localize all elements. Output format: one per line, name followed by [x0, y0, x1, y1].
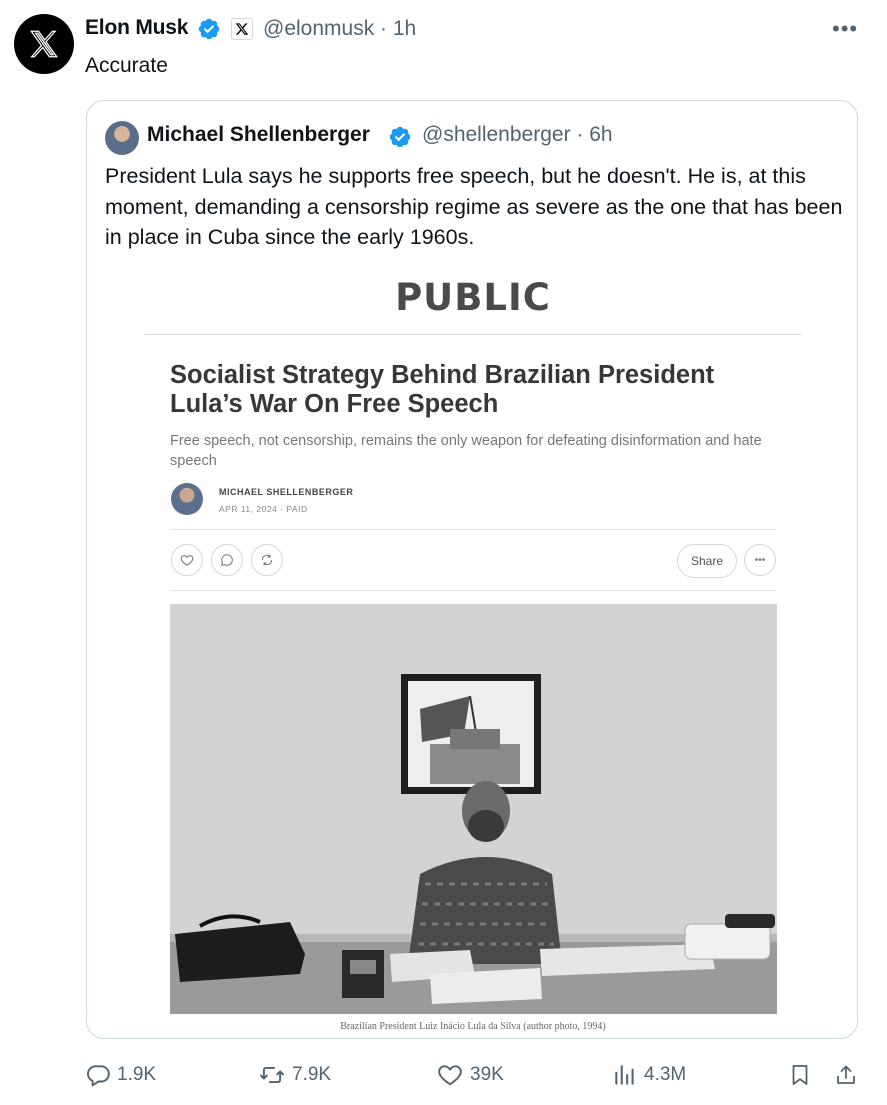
author-name[interactable]: Elon Musk [85, 16, 188, 40]
reply-button[interactable]: 1.9K [85, 1062, 156, 1088]
article-subtitle: Free speech, not censorship, remains the… [170, 433, 762, 469]
views-button[interactable]: 4.3M [612, 1062, 686, 1088]
article-comment-icon [211, 544, 243, 576]
article-like-icon [171, 544, 203, 576]
author-handle-time[interactable]: @elonmusk · 1h [263, 17, 416, 41]
divider [170, 529, 776, 530]
article-date-line: APR 11, 2024 · PAID [219, 504, 308, 514]
article-photo [170, 604, 777, 1014]
publication-logo: PUBLIC [395, 276, 551, 319]
share-button[interactable] [834, 1062, 858, 1088]
bookmark-icon [792, 1065, 808, 1085]
article-author: MICHAEL SHELLENBERGER [219, 487, 354, 497]
like-icon [438, 1065, 462, 1086]
quote-text: President Lula says he supports free spe… [105, 164, 843, 249]
separator: · [576, 123, 590, 146]
affiliation-badge[interactable] [231, 18, 253, 40]
article-author-avatar [171, 483, 203, 515]
author-handle[interactable]: @elonmusk [263, 17, 374, 40]
article-restack-icon [251, 544, 283, 576]
quote-handle-time: @shellenberger · 6h [422, 123, 613, 147]
article-more-icon: ••• [744, 544, 776, 576]
like-count: 39K [470, 1064, 504, 1085]
quote-handle: @shellenberger [422, 123, 571, 146]
repost-icon [259, 1066, 285, 1084]
verified-icon [389, 126, 411, 148]
article-access: PAID [286, 504, 308, 514]
like-button[interactable]: 39K [436, 1062, 504, 1088]
tweet-time[interactable]: 1h [393, 17, 416, 40]
article-date: APR 11, 2024 [219, 504, 278, 514]
repost-count: 7.9K [292, 1064, 332, 1085]
bookmark-button[interactable] [788, 1062, 812, 1088]
reply-icon [87, 1065, 110, 1087]
more-icon[interactable]: ••• [832, 16, 858, 42]
quote-author-name: Michael Shellenberger [147, 123, 370, 146]
x-logo-icon [30, 30, 58, 58]
divider [145, 334, 801, 335]
share-icon [837, 1065, 855, 1084]
reply-count: 1.9K [117, 1064, 157, 1085]
verified-icon [198, 18, 220, 40]
views-count: 4.3M [644, 1064, 687, 1085]
quote-time: 6h [589, 123, 613, 146]
x-logo-icon [235, 23, 249, 35]
quote-avatar [105, 121, 139, 155]
divider [170, 590, 776, 591]
article-title: Socialist Strategy Behind Brazilian Pres… [170, 361, 715, 418]
tweet-text: Accurate [85, 54, 168, 77]
repost-button[interactable]: 7.9K [258, 1062, 331, 1088]
views-icon [615, 1065, 634, 1085]
quote-tweet-card[interactable]: Michael Shellenberger @shellenberger · 6… [86, 100, 858, 1039]
author-avatar[interactable] [14, 14, 74, 74]
article-share-button: Share [677, 544, 737, 578]
photo-caption: Brazilian President Luiz Inácio Lula da … [340, 1021, 606, 1032]
separator: · [380, 17, 393, 40]
